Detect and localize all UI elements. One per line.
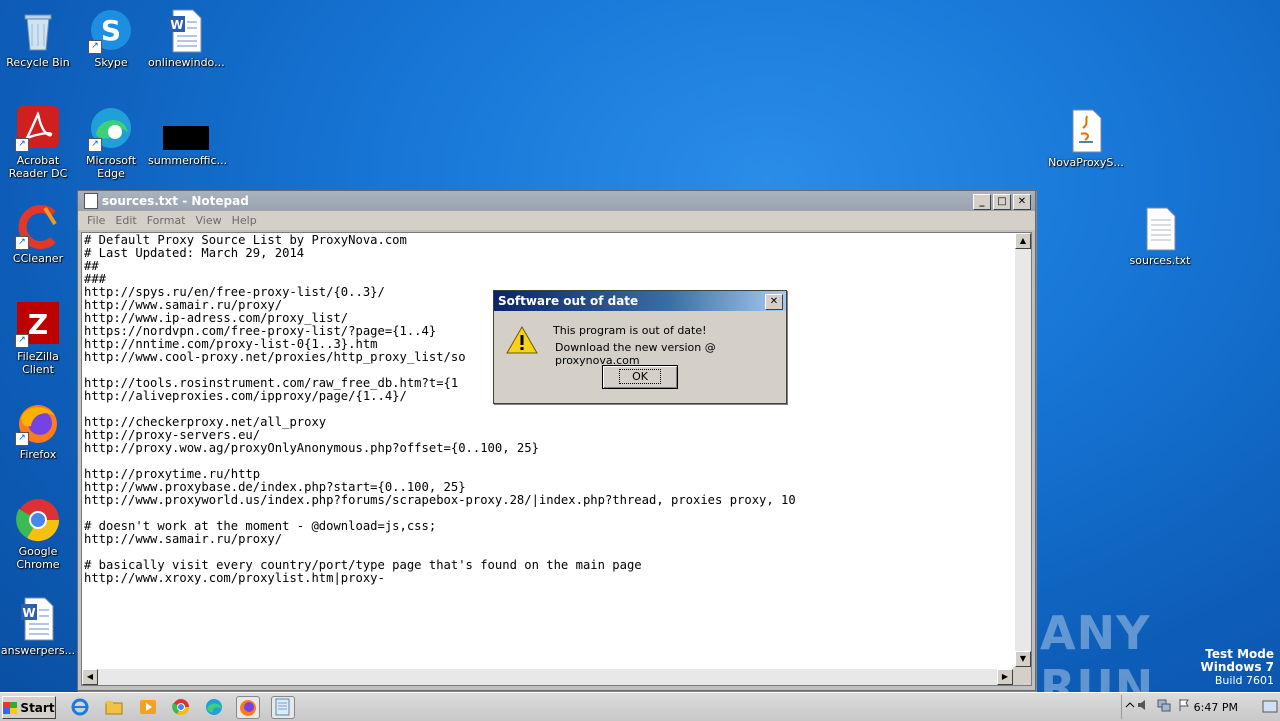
resize-grip[interactable] [1013,667,1031,685]
minimize-button[interactable]: _ [973,194,991,210]
dialog-title[interactable]: Software out of date [494,291,786,311]
network-icon[interactable] [1156,697,1172,713]
edge-taskbar-icon[interactable] [204,697,224,717]
action-center-flag-icon[interactable] [1176,697,1192,713]
test-mode-label: Test Mode Windows 7 Build 7601 [1200,648,1274,688]
ok-button[interactable]: OK [602,365,678,389]
taskbar: Start 6:47 PM [0,692,1280,721]
desktop-icon-acrobat[interactable]: ↗ Acrobat Reader DC [0,106,76,180]
vertical-scrollbar[interactable]: ▲ ▼ [1015,233,1031,667]
dialog-close-button[interactable]: ✕ [765,294,783,310]
skype-icon: S ↗ [88,8,134,54]
notepad-icon [84,193,98,209]
desktop-icon-edge[interactable]: ↗ Microsoft Edge [73,106,149,180]
os-name-text: Windows 7 [1200,660,1274,674]
edge-icon: ↗ [88,106,134,152]
menu-format[interactable]: Format [142,214,191,227]
svg-text:W: W [170,18,183,32]
dialog-message-line1: This program is out of date! [553,324,707,337]
desktop-icon-novaproxy[interactable]: NovaProxyS... [1048,108,1124,169]
text-line: http://www.proxyworld.us/index.php?forum… [84,493,796,507]
java-file-icon [1063,108,1109,154]
firefox-taskbar-icon[interactable] [236,696,260,719]
system-tray: 6:47 PM [1121,695,1280,719]
horizontal-scrollbar[interactable]: ◀ ▶ [82,669,1013,685]
start-label: Start [20,700,55,715]
maximize-button[interactable]: □ [993,194,1011,210]
warning-icon [506,325,538,355]
text-line: # Last Updated: March 29, 2014 [84,246,305,260]
desktop-icon-firefox[interactable]: ↗ Firefox [0,400,76,461]
word-document-icon: W [15,596,61,642]
menu-file[interactable]: File [82,214,110,227]
menubar: File Edit Format View Help [78,211,1035,230]
menu-view[interactable]: View [191,214,227,227]
shortcut-arrow-icon: ↗ [15,236,29,250]
recycle-bin-icon [15,8,61,54]
desktop-icon-summeroffic[interactable]: summeroffic... [148,106,227,167]
media-player-icon[interactable] [138,697,158,717]
svg-text:W: W [22,606,35,620]
windows-flag-icon [3,701,18,714]
word-document-icon: W [163,8,209,54]
dialog-message-line2: Download the new version @ proxynova.com [555,341,716,367]
ie-icon[interactable] [70,697,90,717]
svg-text:S: S [101,14,121,47]
notepad-taskbar-icon[interactable] [271,696,295,719]
desktop-icon-onlinewindo[interactable]: W onlinewindo... [148,8,225,69]
show-desktop-icon[interactable] [1262,699,1278,715]
scroll-down-icon[interactable]: ▼ [1015,651,1031,667]
desktop-icon-answerpers[interactable]: W answerpers... [0,596,76,657]
shortcut-arrow-icon: ↗ [15,138,29,152]
shortcut-arrow-icon: ↗ [15,334,29,348]
ccleaner-icon: ↗ [15,204,61,250]
desktop-icon-filezilla[interactable]: Z ↗ FileZilla Client [0,302,76,376]
start-button[interactable]: Start [2,696,56,719]
filezilla-icon: Z ↗ [15,302,61,348]
chrome-taskbar-icon[interactable] [171,697,191,717]
out-of-date-dialog: Software out of date ✕ This program is o… [493,290,787,404]
desktop-icon-recycle-bin[interactable]: Recycle Bin [0,8,76,69]
desktop-icon-chrome[interactable]: Google Chrome [0,497,76,571]
ok-label: OK [619,369,661,384]
menu-edit[interactable]: Edit [110,214,141,227]
menu-help[interactable]: Help [227,214,262,227]
chrome-icon [15,497,61,543]
desktop-icon-sources-txt[interactable]: sources.txt [1122,206,1198,267]
acrobat-icon: ↗ [15,106,61,152]
close-button[interactable]: ✕ [1013,194,1031,210]
scroll-up-icon[interactable]: ▲ [1015,233,1031,249]
desktop-icon-skype[interactable]: S ↗ Skype [73,8,149,69]
shortcut-arrow-icon: ↗ [15,432,29,446]
shortcut-arrow-icon: ↗ [88,138,102,152]
notepad-titlebar[interactable]: sources.txt - Notepad [78,191,1035,211]
text-line: http://www.samair.ru/proxy/ [84,532,283,546]
text-file-icon [1137,206,1183,252]
shortcut-arrow-icon: ↗ [88,40,102,54]
black-file-icon [163,106,209,152]
build-text: Build 7601 [1214,674,1274,687]
text-line: http://proxy.wow.ag/proxyOnlyAnonymous.p… [84,441,539,455]
desktop-icon-ccleaner[interactable]: ↗ CCleaner [0,204,76,265]
explorer-icon[interactable] [104,697,124,717]
svg-text:Z: Z [28,308,48,341]
text-line: http://www.xroxy.com/proxylist.htm|proxy… [84,571,385,585]
notepad-window: sources.txt - Notepad _ □ ✕ File Edit Fo… [77,190,1036,691]
speaker-icon[interactable] [1136,697,1152,713]
firefox-icon: ↗ [15,400,61,446]
scroll-left-icon[interactable]: ◀ [82,669,98,685]
clock[interactable]: 6:47 PM [1194,701,1238,714]
scroll-right-icon[interactable]: ▶ [997,669,1013,685]
notepad-title: sources.txt - Notepad [102,194,249,208]
text-line: ## [84,259,99,273]
